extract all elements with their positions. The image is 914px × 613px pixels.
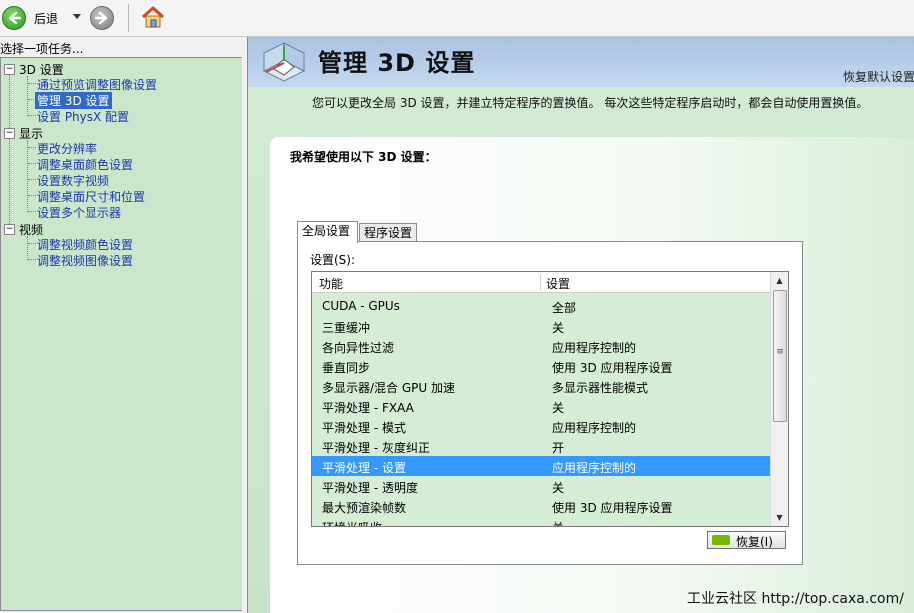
- feature-value: 应用程序控制的: [552, 461, 637, 475]
- tab-program-settings[interactable]: 程序设置: [359, 223, 417, 243]
- feature-value: 应用程序控制的: [552, 341, 637, 355]
- 3d-settings-icon: [260, 41, 308, 85]
- task-pane-title: 选择一项任务...: [0, 42, 84, 56]
- watermark: 工业云社区 http://top.caxa.com/: [687, 591, 904, 607]
- feature-value: 关: [552, 401, 565, 415]
- feature-value: 开: [552, 441, 565, 455]
- column-header-setting[interactable]: 设置: [546, 275, 570, 292]
- column-divider[interactable]: [540, 274, 541, 290]
- tree-connector: [28, 163, 36, 164]
- tree-connector: [9, 74, 10, 234]
- feature-name: 平滑处理 - 灰度纠正: [322, 441, 430, 455]
- tree-connector: [27, 236, 28, 260]
- feature-value: 关: [552, 481, 565, 495]
- tab-content: 设置(S): 功能 设置 CUDA - GPUs 全部 三重缓冲关 各向异性过滤应…: [297, 241, 803, 565]
- tree-item-multiple-displays[interactable]: 设置多个显示器: [37, 204, 121, 221]
- settings-row[interactable]: 各向异性过滤 应用程序控制的: [312, 336, 770, 356]
- collapse-icon[interactable]: −: [4, 64, 15, 75]
- tree-item-change-resolution[interactable]: 更改分辨率: [37, 140, 97, 157]
- tree-connector: [28, 83, 36, 84]
- feature-value: 关: [552, 519, 564, 526]
- settings-panel: 我希望使用以下 3D 设置： 全局设置 程序设置 设置(S): 功能 设置 CU…: [270, 137, 914, 613]
- tree-connector: [28, 179, 36, 180]
- page-title: 管理 3D 设置: [318, 49, 476, 77]
- restore-button-label: 恢复(I): [736, 535, 773, 549]
- section-title: 我希望使用以下 3D 设置：: [290, 150, 437, 164]
- home-icon[interactable]: [140, 4, 166, 30]
- page-banner: 管理 3D 设置 恢复默认设置: [248, 37, 914, 87]
- tree-connector: [28, 243, 36, 244]
- settings-grid[interactable]: 功能 设置 CUDA - GPUs 全部 三重缓冲关 各向异性过滤 应用程序控制的 …: [311, 271, 789, 527]
- settings-row[interactable]: 平滑处理 - 透明度 关: [312, 476, 770, 496]
- tree-item-desktop-color[interactable]: 调整桌面颜色设置: [37, 156, 133, 173]
- forward-arrow-icon[interactable]: [90, 6, 114, 30]
- feature-name: 各向异性过滤: [322, 341, 395, 355]
- feature-name: 平滑处理 - 设置: [322, 461, 406, 475]
- settings-row[interactable]: 最大预渲染帧数 使用 3D 应用程序设置: [312, 496, 770, 516]
- main-pane: 管理 3D 设置 恢复默认设置 您可以更改全局 3D 设置，并建立特定程序的置换…: [247, 37, 914, 613]
- column-header-feature[interactable]: 功能: [319, 275, 343, 292]
- settings-row[interactable]: 垂直同步 使用 3D 应用程序设置: [312, 356, 770, 376]
- back-arrow-icon[interactable]: [2, 6, 26, 30]
- restore-defaults-link[interactable]: 恢复默认设置: [843, 68, 914, 85]
- feature-name: 平滑处理 - 透明度: [322, 481, 418, 495]
- settings-row[interactable]: 平滑处理 - FXAA 关: [312, 396, 770, 416]
- feature-value: 使用 3D 应用程序设置: [552, 501, 673, 515]
- feature-name: 最大预渲染帧数: [322, 501, 407, 515]
- feature-name: 垂直同步: [322, 361, 371, 375]
- tree-connector: [28, 259, 36, 260]
- tab-global-settings[interactable]: 全局设置: [297, 221, 358, 243]
- settings-row[interactable]: CUDA - GPUs 全部: [312, 296, 770, 316]
- task-pane-header: 选择一项任务...: [0, 37, 245, 57]
- feature-name: 平滑处理 - FXAA: [322, 401, 414, 415]
- vertical-scrollbar[interactable]: ▲ ≡ ▼: [770, 272, 788, 526]
- tree-item-manage-3d-settings[interactable]: 管理 3D 设置: [35, 92, 112, 109]
- scroll-down-icon[interactable]: ▼: [771, 509, 788, 526]
- collapse-icon[interactable]: −: [4, 224, 15, 235]
- feature-value: 关: [552, 321, 565, 335]
- settings-row[interactable]: 多显示器/混合 GPU 加速 多显示器性能模式: [312, 376, 770, 396]
- tree-connector: [28, 195, 36, 196]
- tree-item-physx-configuration[interactable]: 设置 PhysX 配置: [37, 108, 129, 125]
- collapse-icon[interactable]: −: [4, 128, 15, 139]
- tree-connector: [27, 140, 28, 212]
- feature-name: 环境光吸收: [322, 519, 382, 526]
- tree-connector: [27, 76, 28, 116]
- grid-header: 功能 设置: [312, 272, 770, 293]
- tree-item-video-image[interactable]: 调整视频图像设置: [37, 252, 133, 269]
- page-description: 您可以更改全局 3D 设置，并建立特定程序的置换值。 每次这些特定程序启动时，都…: [312, 96, 869, 110]
- restore-button[interactable]: 恢复(I): [707, 531, 786, 549]
- history-dropdown-icon[interactable]: [73, 14, 81, 19]
- settings-list-label: 设置(S):: [310, 253, 356, 267]
- feature-value: 全部: [552, 301, 577, 315]
- settings-row-selected[interactable]: 平滑处理 - 设置 应用程序控制的: [312, 456, 770, 476]
- feature-value: 应用程序控制的: [552, 421, 637, 435]
- tree-connector: [28, 211, 36, 212]
- grip-icon: ≡: [776, 347, 784, 357]
- feature-value: 使用 3D 应用程序设置: [552, 361, 673, 375]
- feature-name: 三重缓冲: [322, 321, 371, 335]
- settings-row[interactable]: 平滑处理 - 模式 应用程序控制的: [312, 416, 770, 436]
- tree-connector: [28, 115, 36, 116]
- toolbar: 后退: [0, 0, 914, 37]
- tree-item-video-color[interactable]: 调整视频颜色设置: [37, 236, 133, 253]
- settings-row[interactable]: 三重缓冲 关: [312, 316, 770, 336]
- scroll-up-icon[interactable]: ▲: [771, 272, 788, 289]
- feature-name: 多显示器/混合 GPU 加速: [322, 381, 455, 395]
- tree-item-desktop-size-position[interactable]: 调整桌面尺寸和位置: [37, 188, 145, 205]
- feature-name: 平滑处理 - 模式: [322, 421, 406, 435]
- tree-item-digital-video[interactable]: 设置数字视频: [37, 172, 109, 189]
- scrollbar-thumb[interactable]: ≡: [773, 290, 787, 422]
- settings-row[interactable]: 平滑处理 - 灰度纠正 开: [312, 436, 770, 456]
- task-tree[interactable]: − 3D 设置 通过预览调整图像设置 管理 3D 设置 设置 PhysX 配置 …: [0, 57, 243, 611]
- back-button-label[interactable]: 后退: [34, 10, 58, 27]
- tree-item-preview-image-settings[interactable]: 通过预览调整图像设置: [37, 76, 157, 93]
- feature-name: CUDA - GPUs: [322, 299, 400, 313]
- toolbar-separator: [128, 4, 129, 32]
- feature-value: 多显示器性能模式: [552, 381, 649, 395]
- tree-connector: [28, 147, 36, 148]
- settings-row[interactable]: 环境光吸收 关: [312, 516, 770, 526]
- nvidia-logo-icon: [712, 535, 730, 545]
